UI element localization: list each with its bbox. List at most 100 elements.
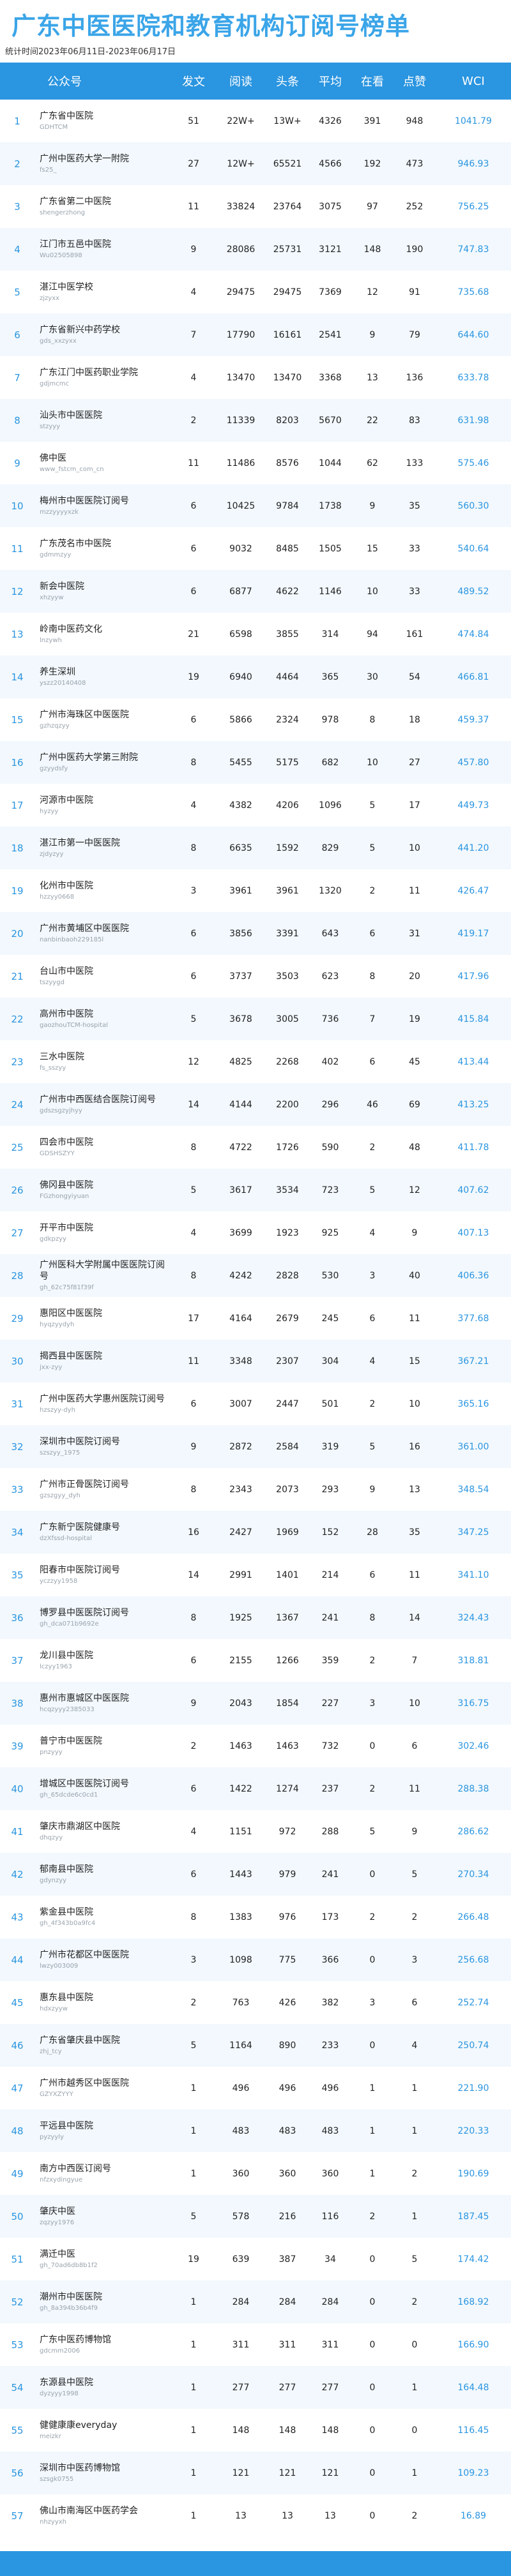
- reads-value: 29475: [226, 287, 256, 297]
- wci-value: 747.83: [457, 244, 489, 255]
- account-name: 广东江门中医药职业学院: [40, 367, 138, 378]
- account-name: 南方中西医订阅号: [40, 2163, 111, 2174]
- average-value: 245: [321, 1313, 339, 1324]
- account-id: nfzxydingyue: [40, 2176, 83, 2183]
- account-cell: 广州市正骨医院订阅号 gzszgyy_dyh: [34, 1468, 171, 1511]
- account-cell: 潮州市中医医院 gh_8a394b36b4f9: [34, 2280, 171, 2323]
- rank-number: 43: [11, 1911, 24, 1923]
- posts-value: 6: [190, 586, 197, 597]
- account-id: pnzyyy: [40, 1748, 63, 1756]
- headline-value: 8576: [276, 458, 299, 468]
- wci-value: 441.20: [457, 842, 489, 853]
- average-value: 483: [321, 2125, 339, 2136]
- headline-value: 3503: [276, 971, 299, 982]
- table-row: 21 台山市中医院 tszyygd 6 3737 3503 623 8 20 417.96: [0, 955, 511, 998]
- looking-value: 6: [369, 1056, 376, 1067]
- posts-value: 7: [190, 329, 197, 340]
- rank-number: 54: [11, 2381, 24, 2393]
- account-cell: 广州医科大学附属中医医院订阅号 gh_62c75f81f39f: [34, 1254, 171, 1297]
- account-id: jxx-zyy: [40, 1363, 63, 1371]
- rank-number: 20: [11, 927, 24, 940]
- rank-number: 53: [11, 2339, 24, 2351]
- account-id: hyzyy: [40, 807, 59, 815]
- average-value: 402: [321, 1056, 339, 1067]
- account-id: gdcmm2006: [40, 2347, 80, 2355]
- account-cell: 广州中医药大学第三附院 gzyydsfy: [34, 741, 171, 784]
- account-name: 平远县中医院: [40, 2120, 93, 2131]
- account-name: 健健康康everyday: [40, 2420, 118, 2430]
- wci-value: 347.25: [457, 1527, 489, 1538]
- looking-value: 97: [367, 201, 378, 212]
- looking-value: 4: [369, 1356, 376, 1367]
- posts-value: 1: [190, 2125, 197, 2136]
- reads-value: 639: [232, 2254, 250, 2265]
- looking-value: 0: [369, 2339, 376, 2350]
- account-cell: 博罗县中医医院订阅号 gh_dca071b9692e: [34, 1596, 171, 1639]
- looking-value: 6: [369, 928, 376, 939]
- table-row: 48 平远县中医院 pyzyyly 1 483 483 483 1 1 220.33: [0, 2109, 511, 2152]
- account-cell: 肇庆市鼎湖区中医院 dhqzyy: [34, 1810, 171, 1853]
- table-row: 10 梅州市中医医院订阅号 mzzyyyyxzk 6 10425 9784 1738 9 35 5…: [0, 484, 511, 527]
- table-row: 15 广州市海珠区中医医院 gzhzqzyy 6 5866 2324 978 8 18 459.3…: [0, 698, 511, 741]
- reads-value: 12W+: [227, 158, 255, 169]
- account-name: 养生深圳: [40, 666, 75, 677]
- likes-value: 10: [409, 1398, 420, 1409]
- wci-value: 419.17: [457, 928, 489, 939]
- account-id: gdszsgzyjhyy: [40, 1107, 82, 1114]
- posts-value: 17: [188, 1313, 199, 1324]
- looking-value: 8: [369, 714, 376, 725]
- account-cell: 开平市中医院 gdkpzyy: [34, 1211, 171, 1254]
- headline-value: 4206: [276, 800, 299, 811]
- account-cell: 汕头市中医医院 stzyyy: [34, 399, 171, 442]
- headline-value: 2200: [276, 1099, 299, 1110]
- account-cell: 健健康康everyday meizkr: [34, 2409, 171, 2452]
- reads-value: 1422: [229, 1783, 252, 1794]
- table-row: 51 满迁中医 gh_70ad6db8b1f2 19 639 387 34 0 5 174.42: [0, 2238, 511, 2280]
- headline-value: 1274: [276, 1783, 299, 1794]
- posts-value: 8: [190, 1912, 197, 1922]
- average-value: 277: [321, 2382, 339, 2393]
- ranking-page: 广东中医医院和教育机构订阅号榜单 统计时间2023年06月11日-2023年06…: [0, 0, 511, 2576]
- account-id: zjdyzyy: [40, 850, 64, 858]
- average-value: 366: [321, 1954, 339, 1965]
- reads-value: 5455: [229, 757, 252, 768]
- account-id: Wu02505898: [40, 251, 82, 259]
- headline-value: 65521: [273, 158, 302, 169]
- reads-value: 277: [232, 2382, 250, 2393]
- headline-value: 4622: [276, 586, 299, 597]
- reads-value: 2155: [229, 1655, 252, 1666]
- looking-value: 1: [369, 2125, 376, 2136]
- reads-value: 4164: [229, 1313, 252, 1324]
- reads-value: 284: [232, 2296, 250, 2307]
- headline-value: 976: [278, 1912, 296, 1922]
- col-index-header: [0, 63, 34, 100]
- average-value: 1505: [319, 543, 342, 554]
- account-name: 广州市越秀区中医医院: [40, 2078, 129, 2088]
- average-value: 173: [321, 1912, 339, 1922]
- average-value: 1096: [319, 800, 342, 811]
- looking-value: 9: [369, 500, 376, 511]
- wci-value: 756.25: [457, 201, 489, 212]
- likes-value: 33: [409, 586, 420, 597]
- account-cell: 岭南中医药文化 lnzywh: [34, 613, 171, 655]
- average-value: 1320: [319, 885, 342, 896]
- posts-value: 6: [190, 714, 197, 725]
- rank-number: 22: [11, 1013, 24, 1025]
- account-cell: 郁南县中医院 gdynzyy: [34, 1853, 171, 1896]
- average-value: 152: [321, 1527, 339, 1538]
- headline-value: 8485: [276, 543, 299, 554]
- table-row: 27 开平市中医院 gdkpzyy 4 3699 1923 925 4 9 407.13: [0, 1211, 511, 1254]
- reads-value: 3961: [229, 885, 252, 896]
- posts-value: 8: [190, 757, 197, 768]
- wci-value: 633.78: [457, 372, 489, 383]
- account-id: hdxzyyw: [40, 2005, 68, 2012]
- likes-value: 45: [409, 1056, 420, 1067]
- account-id: gaozhouTCM-hospital: [40, 1021, 108, 1029]
- likes-value: 15: [409, 1356, 420, 1367]
- headline-value: 2268: [276, 1056, 299, 1067]
- account-name: 惠阳区中医医院: [40, 1308, 102, 1319]
- headline-value: 2828: [276, 1270, 299, 1281]
- account-id: szsgk0755: [40, 2475, 74, 2483]
- rank-number: 31: [11, 1398, 24, 1410]
- account-id: fs_sszyy: [40, 1064, 66, 1072]
